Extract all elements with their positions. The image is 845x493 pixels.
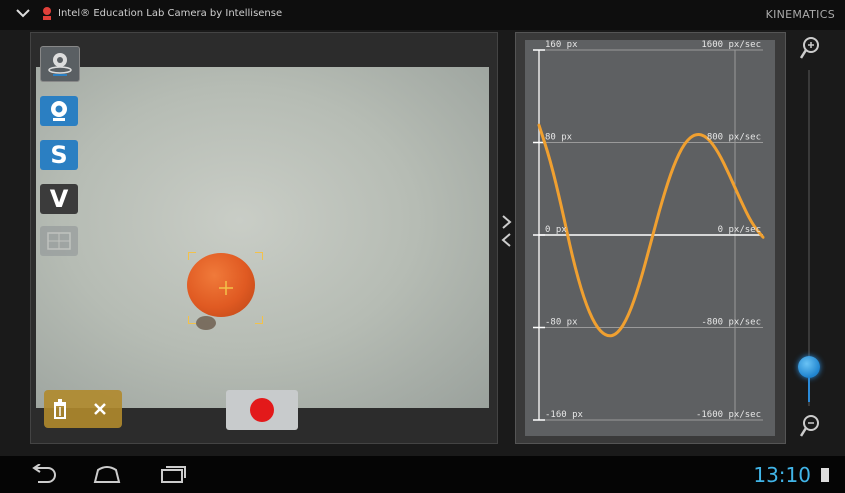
velocity-tick-label: 800 px/sec xyxy=(707,133,761,143)
s-mode-button[interactable]: S xyxy=(40,140,78,170)
s-mode-label: S xyxy=(50,141,68,169)
chart-background xyxy=(525,40,775,436)
kinematics-chart: 160 px 1600 px/sec 80 px 800 px/sec 0 px 0 px… xyxy=(525,40,775,436)
title-bar: Intel® Education Lab Camera by Intellise… xyxy=(0,0,845,30)
panel-toggle-icon[interactable] xyxy=(500,214,514,248)
selection-corner-br[interactable] xyxy=(255,316,263,324)
record-icon xyxy=(250,398,274,422)
recent-apps-icon[interactable] xyxy=(160,464,188,484)
v-mode-button[interactable]: V xyxy=(40,184,78,214)
zoom-slider-thumb[interactable] xyxy=(798,356,820,378)
app-title: Intel® Education Lab Camera by Intellise… xyxy=(58,8,283,19)
velocity-tick-label: 0 px/sec xyxy=(718,225,761,235)
position-tick-label: 160 px xyxy=(545,40,578,50)
velocity-tick-label: -800 px/sec xyxy=(701,318,761,328)
webcam-icon xyxy=(51,101,67,121)
close-icon[interactable] xyxy=(92,398,108,420)
selection-corner-tl[interactable] xyxy=(188,252,196,260)
system-nav-bar xyxy=(0,456,845,493)
position-tick-label: -160 px xyxy=(545,410,584,420)
zoom-in-icon[interactable] xyxy=(800,36,820,60)
position-tick-label: -80 px xyxy=(545,318,578,328)
velocity-tick-label: 1600 px/sec xyxy=(701,40,761,50)
battery-icon xyxy=(821,468,829,482)
grid-icon xyxy=(47,232,71,250)
home-icon[interactable] xyxy=(92,464,122,484)
crosshair-icon xyxy=(219,281,233,295)
camera-view[interactable] xyxy=(36,67,489,408)
extra-tool-button[interactable] xyxy=(40,226,78,256)
clock: 13:10 xyxy=(753,463,811,487)
camera-button[interactable] xyxy=(40,96,78,126)
zoom-out-icon[interactable] xyxy=(800,414,820,438)
chevron-down-icon[interactable] xyxy=(16,8,30,18)
selection-corner-tr[interactable] xyxy=(255,252,263,260)
app-logo-icon xyxy=(43,7,51,20)
camera-switch-button[interactable] xyxy=(40,46,80,82)
position-tick-label: 0 px xyxy=(545,225,567,235)
webcam-rotate-icon xyxy=(48,53,72,76)
velocity-tick-label: -1600 px/sec xyxy=(696,410,761,420)
position-tick-label: 80 px xyxy=(545,133,573,143)
object-shadow xyxy=(196,316,216,330)
selection-corner-bl[interactable] xyxy=(188,316,196,324)
back-icon[interactable] xyxy=(30,464,58,484)
mode-title: KINEMATICS xyxy=(765,8,835,21)
v-mode-label: V xyxy=(49,185,69,213)
trash-icon[interactable] xyxy=(52,398,68,420)
